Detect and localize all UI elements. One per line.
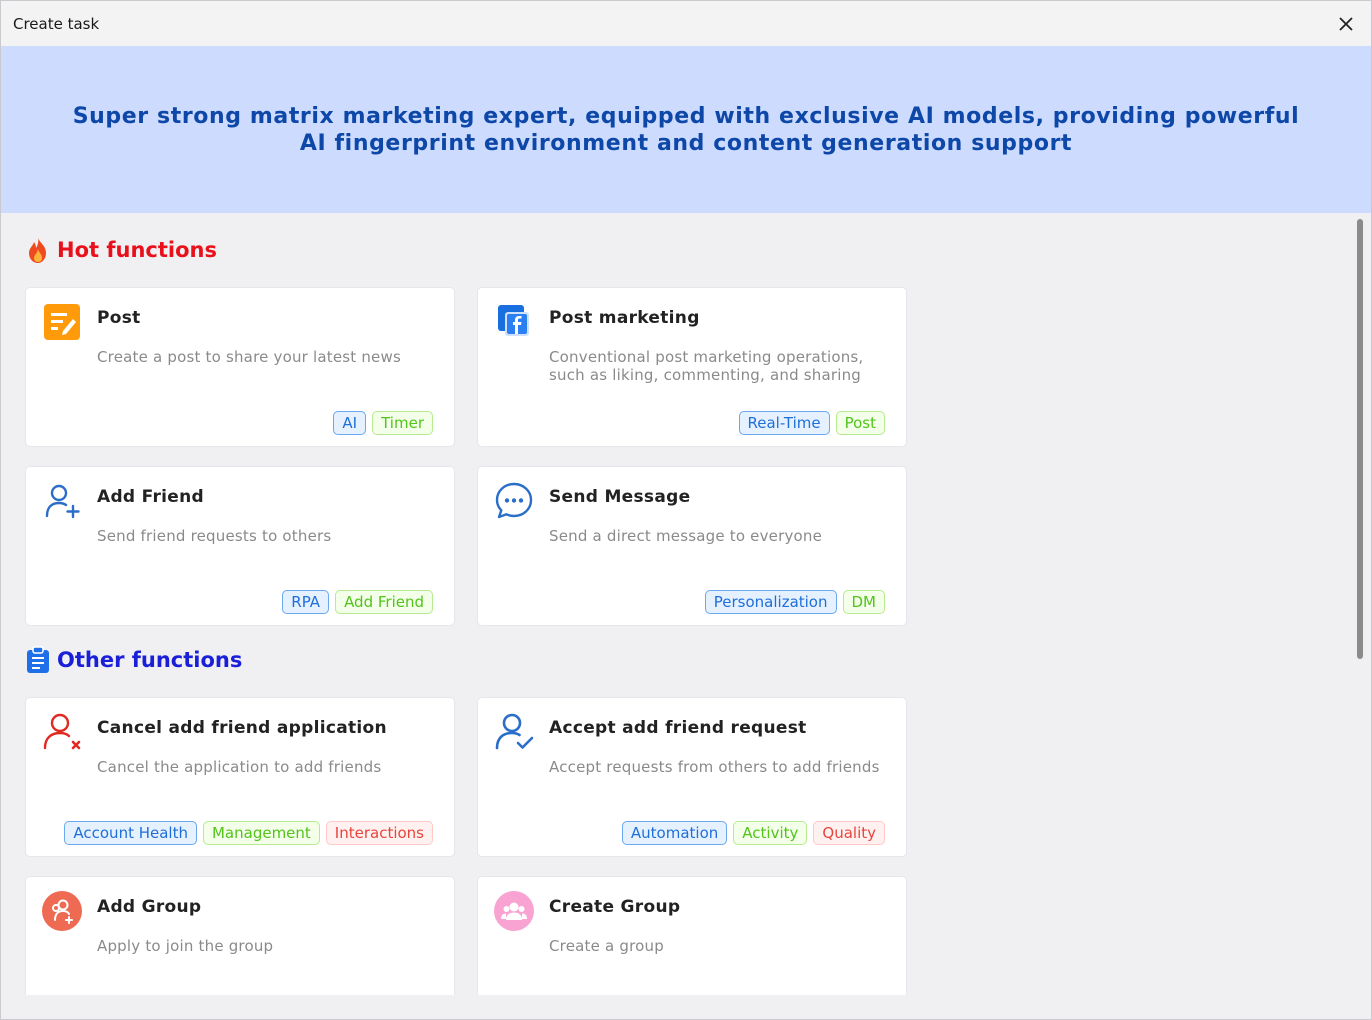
card-description: Create a group bbox=[549, 937, 664, 955]
card-post-marketing[interactable]: Post marketing Conventional post marketi… bbox=[478, 288, 906, 446]
card-send-message[interactable]: Send Message Send a direct message to ev… bbox=[478, 467, 906, 625]
card-add-group[interactable]: Add Group Apply to join the group bbox=[26, 877, 454, 995]
facebook-icon bbox=[494, 302, 534, 342]
tag: Quality bbox=[813, 821, 885, 845]
title-bar: Create task bbox=[1, 1, 1371, 46]
section-hot-title: Hot functions bbox=[57, 238, 217, 262]
card-add-friend[interactable]: Add Friend Send friend requests to other… bbox=[26, 467, 454, 625]
card-title: Post bbox=[97, 308, 141, 328]
card-title: Add Group bbox=[97, 897, 202, 917]
tag: Post bbox=[835, 411, 885, 435]
card-post[interactable]: Post Create a post to share your latest … bbox=[26, 288, 454, 446]
card-description: Send friend requests to others bbox=[97, 527, 332, 545]
user-plus-icon bbox=[42, 481, 82, 521]
vertical-scrollbar[interactable] bbox=[1355, 215, 1365, 995]
create-task-window: Create task Super strong matrix marketin… bbox=[0, 0, 1372, 1020]
edit-post-icon bbox=[42, 302, 82, 342]
close-icon bbox=[1339, 17, 1353, 31]
card-title: Send Message bbox=[549, 487, 691, 507]
card-description: Conventional post marketing operations, … bbox=[549, 348, 864, 384]
card-description: Apply to join the group bbox=[97, 937, 274, 955]
card-title: Accept add friend request bbox=[549, 718, 807, 738]
card-title: Cancel add friend application bbox=[97, 718, 387, 738]
tag: Management bbox=[202, 821, 320, 845]
promo-banner: Super strong matrix marketing expert, eq… bbox=[1, 46, 1371, 213]
chat-bubble-icon bbox=[494, 481, 534, 521]
task-list[interactable]: Hot functions Post Create a post to shar… bbox=[1, 213, 1351, 995]
tag: DM bbox=[842, 590, 885, 614]
tag: Account Health bbox=[64, 821, 197, 845]
clipboard-icon bbox=[25, 645, 51, 675]
tag: Personalization bbox=[704, 590, 837, 614]
user-remove-icon bbox=[42, 712, 82, 752]
tag: AI bbox=[333, 411, 367, 435]
close-button[interactable] bbox=[1331, 9, 1361, 39]
banner-text: Super strong matrix marketing expert, eq… bbox=[72, 103, 1300, 156]
section-hot-functions: Hot functions bbox=[25, 235, 217, 265]
card-title: Post marketing bbox=[549, 308, 700, 328]
tag: Interactions bbox=[325, 821, 433, 845]
tag: Real-Time bbox=[738, 411, 830, 435]
tag: Add Friend bbox=[335, 590, 433, 614]
card-title: Add Friend bbox=[97, 487, 204, 507]
tag: Timer bbox=[372, 411, 433, 435]
card-description: Send a direct message to everyone bbox=[549, 527, 823, 545]
user-check-icon bbox=[494, 712, 534, 752]
section-other-title: Other functions bbox=[57, 648, 243, 672]
scrollbar-thumb[interactable] bbox=[1357, 219, 1363, 659]
section-other-functions: Other functions bbox=[25, 645, 242, 675]
card-create-group[interactable]: Create Group Create a group bbox=[478, 877, 906, 995]
card-title: Create Group bbox=[549, 897, 681, 917]
card-cancel-add-friend[interactable]: Cancel add friend application Cancel the… bbox=[26, 698, 454, 856]
tag: RPA bbox=[282, 590, 330, 614]
group-add-icon bbox=[42, 891, 82, 931]
group-icon bbox=[494, 891, 534, 931]
tag: Activity bbox=[733, 821, 808, 845]
card-description: Cancel the application to add friends bbox=[97, 758, 382, 776]
card-description: Accept requests from others to add frien… bbox=[549, 758, 880, 776]
card-accept-add-friend[interactable]: Accept add friend request Accept request… bbox=[478, 698, 906, 856]
fire-icon bbox=[25, 235, 51, 265]
tag: Automation bbox=[621, 821, 728, 845]
card-description: Create a post to share your latest news bbox=[97, 348, 401, 366]
window-title: Create task bbox=[13, 15, 100, 33]
